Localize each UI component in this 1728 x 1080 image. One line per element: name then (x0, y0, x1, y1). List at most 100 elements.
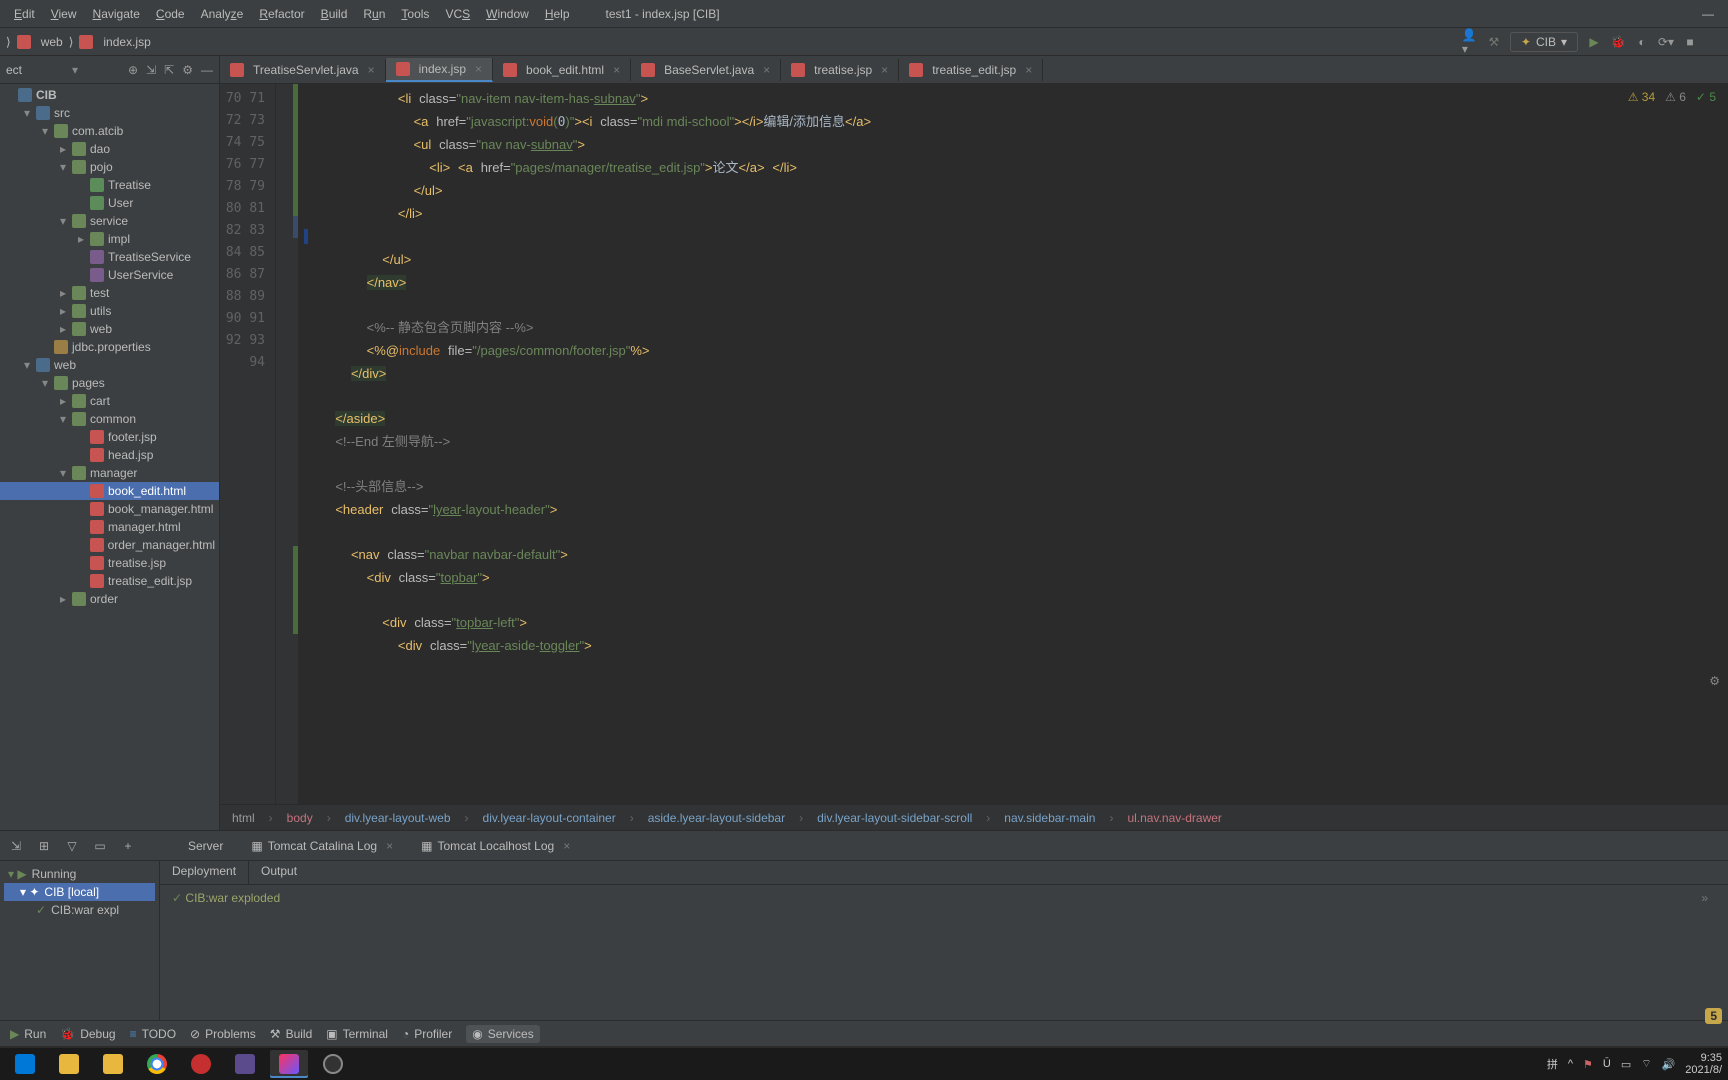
output-tab[interactable]: Output (249, 861, 309, 884)
tree-node[interactable]: User (0, 194, 219, 212)
breadcrumb-file[interactable]: index.jsp (103, 35, 150, 49)
tree-node[interactable]: ▾common (0, 410, 219, 428)
tree-node[interactable]: ▾pages (0, 374, 219, 392)
search-icon[interactable] (1706, 34, 1722, 50)
taskbar-intellij[interactable] (270, 1050, 308, 1078)
editor-tab[interactable]: treatise_edit.jsp× (899, 59, 1043, 81)
tree-node[interactable]: ▸order (0, 590, 219, 608)
fold-column[interactable] (275, 84, 293, 804)
tree-node[interactable]: jdbc.properties (0, 338, 219, 356)
tool-profiler[interactable]: ◔Profiler (402, 1027, 452, 1041)
tree-node[interactable]: book_edit.html (0, 482, 219, 500)
project-view-label[interactable]: ect (6, 63, 22, 77)
tree-node[interactable]: ▾com.atcib (0, 122, 219, 140)
tool-terminal[interactable]: ▣Terminal (326, 1027, 388, 1041)
tree-node[interactable]: ▸dao (0, 140, 219, 158)
crumb[interactable]: div.lyear-layout-container (483, 811, 616, 825)
locate-icon[interactable]: ⊕ (128, 63, 138, 77)
filter-icon[interactable]: ▽ (64, 839, 80, 853)
project-root[interactable]: CIB (0, 86, 219, 104)
editor-tab[interactable]: book_edit.html× (493, 59, 631, 81)
tray-shield-icon[interactable]: ⚑ (1583, 1058, 1593, 1071)
close-icon[interactable]: × (763, 63, 770, 77)
tree-node[interactable]: TreatiseService (0, 248, 219, 266)
tray-battery-icon[interactable]: ▭ (1621, 1058, 1631, 1071)
warning-icon[interactable]: ⚠ 34 (1628, 90, 1655, 104)
tool-problems[interactable]: ⊘Problems (190, 1027, 256, 1041)
expand-icon[interactable]: ⇲ (8, 839, 24, 853)
menu-vcs[interactable]: VCS (437, 4, 478, 24)
structure-breadcrumbs[interactable]: html›body›div.lyear-layout-web›div.lyear… (220, 804, 1728, 830)
tree-node[interactable]: ▾web (0, 356, 219, 374)
services-running-node[interactable]: ▾ ▶Running (4, 865, 155, 883)
crumb[interactable]: aside.lyear-layout-sidebar (648, 811, 785, 825)
tree-node[interactable]: ▾pojo (0, 158, 219, 176)
close-icon[interactable]: × (368, 63, 375, 77)
menu-run[interactable]: Run (355, 4, 393, 24)
taskbar-netease[interactable] (182, 1050, 220, 1078)
taskbar-start[interactable] (6, 1050, 44, 1078)
crumb[interactable]: html (232, 811, 255, 825)
tree-node[interactable]: ▸test (0, 284, 219, 302)
crumb[interactable]: div.lyear-layout-sidebar-scroll (817, 811, 972, 825)
expand-all-icon[interactable]: ⇲ (146, 63, 156, 77)
add-icon[interactable]: + (120, 839, 136, 853)
services-tab-localhost[interactable]: ▦Tomcat Localhost Log× (413, 835, 578, 857)
tree-node[interactable]: footer.jsp (0, 428, 219, 446)
services-tab-server[interactable]: Server (180, 835, 231, 857)
window-minimize-icon[interactable]: — (1694, 4, 1722, 24)
stop-icon[interactable]: ■ (1682, 34, 1698, 50)
taskbar-app1[interactable] (226, 1050, 264, 1078)
code-editor[interactable]: <li class="nav-item nav-item-has-subnav"… (298, 84, 1728, 804)
debug-icon[interactable]: 🐞 (1610, 34, 1626, 50)
tree-node[interactable]: ▸utils (0, 302, 219, 320)
close-icon[interactable]: × (475, 62, 482, 76)
event-log-badge[interactable]: 5 (1705, 1008, 1722, 1024)
breadcrumb-folder[interactable]: web (41, 35, 63, 49)
editor-settings-icon[interactable]: ⚙ (1709, 674, 1720, 688)
editor-tab[interactable]: TreatiseServlet.java× (220, 59, 386, 81)
editor-tab[interactable]: BaseServlet.java× (631, 59, 781, 81)
profile-icon[interactable]: ⟳▾ (1658, 34, 1674, 50)
tree-node[interactable]: ▸cart (0, 392, 219, 410)
editor-tab[interactable]: index.jsp× (386, 58, 493, 82)
inspection-widget[interactable]: ⚠ 34 ⚠ 6 ✓ 5 (1628, 90, 1716, 104)
weak-warning-icon[interactable]: ⚠ 6 (1665, 90, 1686, 104)
tree-node[interactable]: UserService (0, 266, 219, 284)
menu-refactor[interactable]: Refactor (251, 4, 312, 24)
add-config-icon[interactable]: 👤▾ (1462, 34, 1478, 50)
tray-usb-icon[interactable]: Ū (1603, 1058, 1611, 1070)
crumb[interactable]: div.lyear-layout-web (345, 811, 451, 825)
menu-analyze[interactable]: Analyze (193, 4, 252, 24)
tree-node[interactable]: ▸impl (0, 230, 219, 248)
tool-build[interactable]: ⚒Build (270, 1027, 312, 1041)
deployment-tab[interactable]: Deployment (160, 861, 249, 884)
group-icon[interactable]: ▭ (92, 839, 108, 853)
menu-tools[interactable]: Tools (393, 4, 437, 24)
tool-run[interactable]: ▶Run (10, 1027, 46, 1041)
close-icon[interactable]: × (613, 63, 620, 77)
taskbar-explorer[interactable] (50, 1050, 88, 1078)
menu-window[interactable]: Window (478, 4, 537, 24)
tray-wifi-icon[interactable]: ⌔ (1641, 1057, 1651, 1071)
menu-help[interactable]: Help (537, 4, 578, 24)
editor-tab[interactable]: treatise.jsp× (781, 59, 899, 81)
crumb[interactable]: body (287, 811, 313, 825)
services-tab-catalina[interactable]: ▦Tomcat Catalina Log× (243, 835, 401, 857)
services-artifact-node[interactable]: ✓CIB:war expl (4, 901, 155, 919)
close-icon[interactable]: × (881, 63, 888, 77)
menu-build[interactable]: Build (313, 4, 356, 24)
menu-edit[interactable]: Edit (6, 4, 43, 24)
crumb[interactable]: ul.nav.nav-drawer (1127, 811, 1222, 825)
build-icon[interactable]: ⚒ (1486, 34, 1502, 50)
tree-node[interactable]: order_manager.html (0, 536, 219, 554)
menu-view[interactable]: View (43, 4, 85, 24)
hide-icon[interactable]: — (201, 63, 213, 77)
tree-icon[interactable]: ⊞ (36, 839, 52, 853)
tree-node[interactable]: head.jsp (0, 446, 219, 464)
tree-node[interactable]: ▸web (0, 320, 219, 338)
taskbar-explorer2[interactable] (94, 1050, 132, 1078)
project-tree[interactable]: CIB ▾src▾com.atcib▸dao▾pojo Treatise Use… (0, 84, 219, 830)
taskbar-chrome[interactable] (138, 1050, 176, 1078)
services-tree[interactable]: ▾ ▶Running ▾ ✦CIB [local] ✓CIB:war expl (0, 861, 160, 1020)
